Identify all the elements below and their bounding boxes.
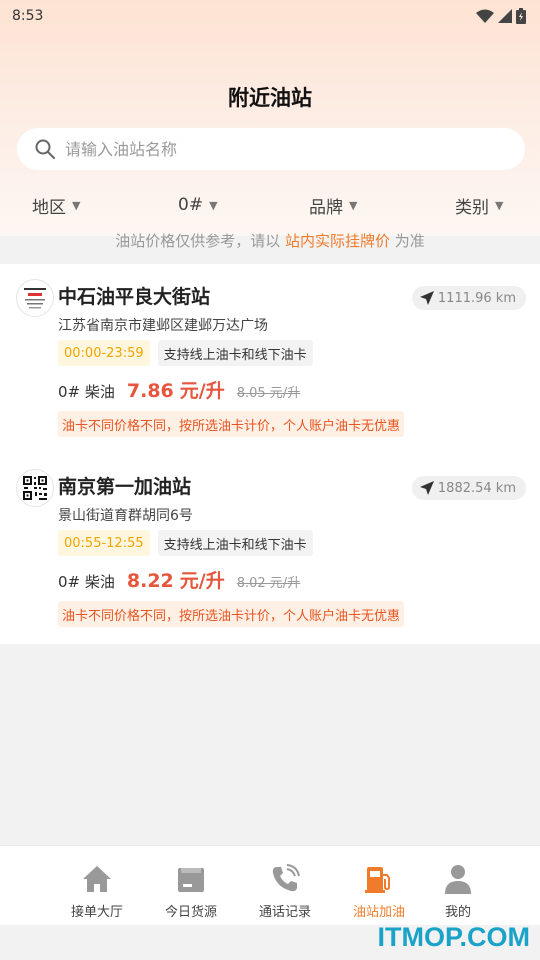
fuel-type: 0# 柴油 [58, 573, 115, 591]
tab-profile[interactable]: 我的 [408, 846, 508, 926]
navigation-arrow-icon [419, 481, 434, 495]
station-logo [16, 279, 54, 317]
signal-icon [498, 9, 512, 23]
battery-icon [516, 8, 526, 24]
station-logo-icon [24, 288, 46, 309]
bottom-tab-bar: 接单大厅 今日货源 通话记录 油站加油 我的 [0, 845, 540, 925]
search-bar[interactable] [17, 128, 525, 170]
search-icon [35, 139, 55, 159]
price-row: 0# 柴油 7.86 元/升 8.05 元/升 [58, 376, 300, 403]
hours-tag: 00:00-23:59 [58, 340, 150, 366]
home-icon [83, 866, 111, 892]
station-list: 中石油平良大街站 1111.96 km 江苏省南京市建邺区建邺万达广场 00:0… [0, 264, 540, 644]
box-icon [178, 868, 204, 892]
tab-call-records[interactable]: 通话记录 [235, 846, 335, 926]
caret-down-icon: ▼ [209, 198, 218, 212]
caret-down-icon: ▼ [495, 198, 504, 212]
station-card[interactable]: 中石油平良大街站 1111.96 km 江苏省南京市建邺区建邺万达广场 00:0… [0, 264, 540, 454]
price-row: 0# 柴油 8.22 元/升 8.02 元/升 [58, 566, 300, 593]
filter-region[interactable]: 地区 ▼ [32, 188, 80, 222]
station-name[interactable]: 中石油平良大街站 [58, 282, 210, 309]
filter-fuel-type[interactable]: 0# ▼ [178, 188, 218, 222]
support-tag: 支持线上油卡和线下油卡 [157, 530, 313, 556]
station-address: 景山街道育群胡同6号 [58, 508, 193, 524]
original-price: 8.02 元/升 [236, 576, 301, 591]
station-logo [16, 469, 54, 507]
price-unit: 元/升 [179, 570, 225, 592]
status-bar: 8:53 [0, 0, 540, 32]
card-warning: 油卡不同价格不同，按所选油卡计价，个人账户油卡无优惠 [58, 601, 405, 627]
hours-tag: 00:55-12:55 [58, 530, 150, 556]
distance-badge: 1882.54 km [411, 476, 526, 500]
filter-bar: 地区 ▼ 0# ▼ 品牌 ▼ 类别 ▼ [0, 188, 540, 222]
station-address: 江苏省南京市建邺区建邺万达广场 [58, 318, 268, 334]
fuel-pump-icon [365, 867, 390, 893]
price-notice: 油站价格仅供参考，请以 站内实际挂牌价 为准 [115, 232, 425, 250]
qr-code-icon [23, 476, 47, 500]
support-tag: 支持线上油卡和线下油卡 [157, 340, 313, 366]
distance-badge: 1111.96 km [411, 286, 526, 310]
wifi-icon [476, 9, 494, 23]
status-time: 8:53 [12, 8, 44, 24]
card-warning: 油卡不同价格不同，按所选油卡计价，个人账户油卡无优惠 [58, 411, 405, 437]
filter-category[interactable]: 类别 ▼ [455, 188, 503, 222]
original-price: 8.05 元/升 [236, 386, 301, 401]
tab-order-hall[interactable]: 接单大厅 [47, 846, 147, 926]
station-card[interactable]: 南京第一加油站 1882.54 km 景山街道育群胡同6号 00:55-12:5… [0, 454, 540, 644]
search-input[interactable] [65, 139, 485, 159]
caret-down-icon: ▼ [349, 198, 358, 212]
filter-brand[interactable]: 品牌 ▼ [309, 188, 357, 222]
current-price: 7.86 [126, 380, 174, 402]
navigation-arrow-icon [419, 291, 434, 305]
phone-icon [272, 864, 300, 892]
page-title: 附近油站 [228, 86, 312, 110]
current-price: 8.22 [126, 570, 174, 592]
price-unit: 元/升 [179, 380, 225, 402]
watermark: ITMOP.COM [377, 922, 530, 952]
user-icon [445, 865, 471, 894]
station-name[interactable]: 南京第一加油站 [58, 472, 191, 499]
fuel-type: 0# 柴油 [58, 383, 115, 401]
tab-today-cargo[interactable]: 今日货源 [141, 846, 241, 926]
caret-down-icon: ▼ [72, 198, 81, 212]
